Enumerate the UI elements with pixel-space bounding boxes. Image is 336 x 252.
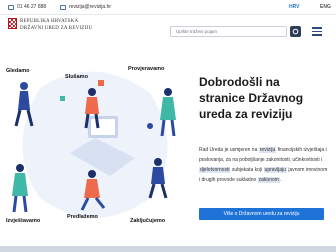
phone-icon — [8, 4, 14, 10]
para-text: Rad Ureda je usmjeren na — [199, 147, 259, 153]
label-slusamo: Slušamo — [65, 74, 88, 80]
audit-process-illustration — [12, 71, 176, 219]
highlight-revizija[interactable]: reviziju — [258, 147, 277, 153]
hamburger-menu-icon[interactable] — [312, 26, 322, 36]
label-zakljucujemo: Zaključujemo — [130, 218, 166, 224]
search-input[interactable]: Upište traženi pojam — [170, 26, 287, 37]
highlight-djelotvornosti[interactable]: djelotvornosti — [199, 167, 231, 173]
highlight-zakonom[interactable]: zakonom — [257, 177, 280, 183]
label-predlazemo: Predlažemo — [67, 214, 98, 220]
figure-provjeravamo — [160, 88, 176, 137]
hero-illustration: Gledamo Slušamo Provjeravamo Izvještavam… — [0, 58, 190, 238]
search-icon — [292, 28, 299, 35]
figure-gledamo — [14, 82, 34, 127]
intro-paragraph: Rad Ureda je usmjeren na reviziju financ… — [199, 145, 329, 185]
footer-strip — [0, 246, 336, 252]
mail-icon — [60, 4, 66, 10]
org-line-2: DRŽAVNI URED ZA REVIZIJU — [20, 26, 93, 31]
search-button[interactable] — [290, 26, 301, 37]
lang-hr[interactable]: HRV — [289, 4, 299, 10]
org-line-1: REPUBLIKA HRVATSKA — [20, 19, 79, 24]
top-bar: 01 46 27 888 revizija@revizija.hr HRV EN… — [0, 0, 336, 14]
para-text: subjekata koji — [230, 167, 264, 173]
phone-number: 01 46 27 888 — [17, 4, 47, 10]
para-text: . — [279, 177, 282, 183]
label-izvjestavamo: Izvještavamo — [6, 218, 41, 224]
page-title: Dobrodošli na stranice Državnog ureda za… — [199, 75, 304, 121]
label-gledamo: Gledamo — [6, 68, 30, 74]
more-about-button[interactable]: Više o Državnom uredu za reviziju — [199, 208, 324, 220]
phone-link[interactable]: 01 46 27 888 — [8, 4, 46, 10]
label-provjeravamo: Provjeravamo — [128, 66, 165, 72]
email-link[interactable]: revizija@revizija.hr — [60, 4, 111, 10]
figure-izvjestavamo — [12, 164, 28, 213]
highlight-upravljaju[interactable]: upravljaju — [263, 167, 287, 173]
lang-en[interactable]: ENG — [320, 4, 331, 10]
croatia-crest-icon[interactable] — [8, 18, 17, 29]
email-address: revizija@revizija.hr — [69, 4, 112, 10]
site-logo[interactable]: REPUBLIKA HRVATSKA DRŽAVNI URED ZA REVIZ… — [20, 18, 92, 32]
